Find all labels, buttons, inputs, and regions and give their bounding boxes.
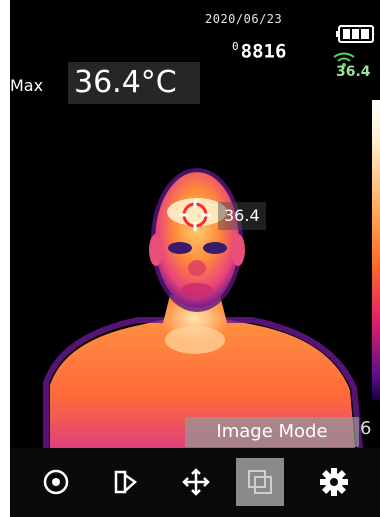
target-button[interactable]	[32, 458, 80, 506]
image-mode-button[interactable]	[236, 458, 284, 506]
battery-icon	[336, 25, 374, 43]
image-counter: 0 8816	[232, 40, 286, 62]
counter-value: 8816	[240, 40, 287, 63]
counter-prefix: 0	[232, 40, 239, 53]
settings-button[interactable]	[310, 458, 358, 506]
date-text: 2020/06/23	[205, 12, 283, 26]
spot-temperature: 36.4	[218, 202, 266, 230]
palette-icon	[114, 470, 138, 494]
move-button[interactable]	[172, 458, 220, 506]
image-mode-icon	[248, 470, 272, 494]
bottom-toolbar	[10, 448, 380, 517]
ambient-temp: 36.4	[336, 64, 371, 80]
move-icon	[182, 468, 210, 496]
color-scale-bar	[372, 100, 380, 400]
edge-digit: 6	[360, 418, 372, 439]
thermal-screen: 2020/06/23 0 8816 36.4 Max 36.4°C 36.4 Im…	[10, 0, 380, 517]
image-mode-label: Image Mode	[185, 417, 359, 447]
crosshair-icon	[179, 199, 211, 231]
max-label: Max	[10, 76, 44, 95]
target-icon	[43, 469, 69, 495]
max-temperature: 36.4°C	[68, 62, 200, 104]
palette-button[interactable]	[102, 458, 150, 506]
gear-icon	[320, 468, 348, 496]
